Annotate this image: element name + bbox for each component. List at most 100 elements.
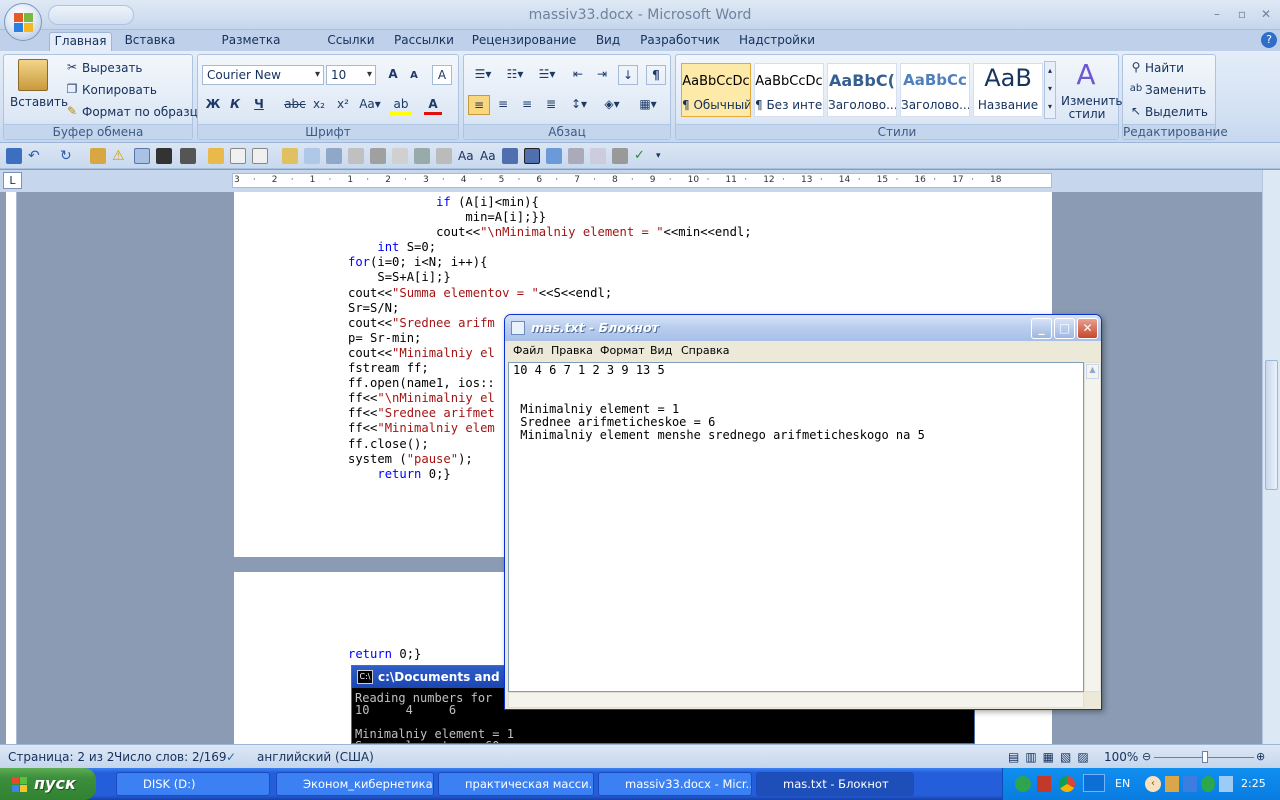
tray-icon[interactable] xyxy=(1201,776,1215,792)
style-heading-1[interactable]: AaBbC( Заголово... xyxy=(827,63,897,117)
style-title[interactable]: AaB Название xyxy=(973,63,1043,117)
paste-button[interactable]: Вставить xyxy=(10,95,68,109)
tool-icon[interactable] xyxy=(414,148,430,164)
tab-insert[interactable]: Вставка xyxy=(118,32,182,51)
styles-scroll[interactable]: ▴ ▾ ▾ xyxy=(1044,61,1056,119)
frame-icon[interactable] xyxy=(180,148,196,164)
tool-icon[interactable] xyxy=(90,148,106,164)
align-left-icon[interactable]: ≡ xyxy=(468,95,490,115)
show-marks-icon[interactable]: ¶ xyxy=(646,65,666,85)
tray-app-icon[interactable] xyxy=(1015,776,1031,792)
save-icon[interactable] xyxy=(6,148,22,164)
decrease-indent-icon[interactable]: ⇤ xyxy=(568,65,588,85)
strikethrough-button[interactable]: abc xyxy=(284,95,306,115)
tab-home[interactable]: Главная xyxy=(49,32,112,51)
chrome-icon[interactable] xyxy=(1059,776,1075,792)
network-icon[interactable] xyxy=(1219,776,1233,792)
tab-references[interactable]: Ссылки xyxy=(322,32,380,51)
menu-file[interactable]: Файл xyxy=(513,344,543,357)
undo-icon[interactable]: ↶ xyxy=(28,148,44,164)
tool-icon[interactable] xyxy=(282,148,298,164)
font-name-combo[interactable]: Courier New xyxy=(202,65,324,85)
borders-icon[interactable]: ▦▾ xyxy=(634,95,662,115)
horizontal-ruler[interactable]: 3 · 2 · 1 · 1 · 2 · 3 · 4 · 5 · 6 · 7 · 8 · 9 · 10 · 11 · 12 · 13 · 14 · 1… xyxy=(232,173,1052,188)
style-heading-2[interactable]: AaBbCc Заголово... xyxy=(900,63,970,117)
zoom-slider[interactable]: ⊖ ⊕ xyxy=(1142,750,1270,764)
format-painter-button[interactable]: Формат по образцу xyxy=(82,105,205,119)
subscript-button[interactable]: x₂ xyxy=(310,95,328,115)
find-button[interactable]: Найти xyxy=(1145,61,1184,75)
paste-icon[interactable] xyxy=(18,59,48,91)
tool-icon[interactable] xyxy=(370,148,386,164)
notepad-horizontal-scrollbar[interactable] xyxy=(508,692,1084,708)
underline-button[interactable]: Ч xyxy=(250,95,268,115)
notepad-minimize-button[interactable]: _ xyxy=(1031,318,1052,339)
multilevel-list-icon[interactable]: ☱▾ xyxy=(534,65,560,85)
change-case-button[interactable]: Aa▾ xyxy=(358,95,382,115)
tool-icon[interactable] xyxy=(590,148,606,164)
align-center-icon[interactable]: ≡ xyxy=(492,95,514,115)
numbering-icon[interactable]: ☷▾ xyxy=(502,65,528,85)
notepad-maximize-button[interactable]: □ xyxy=(1054,318,1075,339)
tool-icon[interactable] xyxy=(568,148,584,164)
page-count[interactable]: Страница: 2 из 2 xyxy=(8,750,114,764)
copy-button[interactable]: Копировать xyxy=(82,83,157,97)
tab-selector[interactable]: L xyxy=(3,172,22,189)
notepad-window[interactable]: mas.txt - Блокнот _ □ ✕ Файл Правка Форм… xyxy=(504,314,1102,710)
tray-icon[interactable] xyxy=(1183,776,1197,792)
zoom-level[interactable]: 100% xyxy=(1104,750,1138,764)
close-button[interactable]: ✕ xyxy=(1255,6,1277,22)
tool-icon[interactable] xyxy=(502,148,518,164)
tool-icon[interactable] xyxy=(612,148,628,164)
sort-icon[interactable]: ↓ xyxy=(618,65,638,85)
style-no-spacing[interactable]: AaBbCcDc ¶ Без инте... xyxy=(754,63,824,117)
style-normal[interactable]: AaBbCcDc ¶ Обычный xyxy=(681,63,751,117)
tool-icon[interactable] xyxy=(524,148,540,164)
tool-icon[interactable] xyxy=(208,148,224,164)
tab-mailings[interactable]: Рассылки xyxy=(390,32,458,51)
expand-tray-icon[interactable]: ‹ xyxy=(1145,776,1161,792)
menu-edit[interactable]: Правка xyxy=(551,344,593,357)
clear-format-icon[interactable]: A xyxy=(432,65,452,85)
page-icon[interactable] xyxy=(252,148,268,164)
office-button[interactable] xyxy=(4,3,42,41)
taskbar-item[interactable]: Эконом_кибернетика xyxy=(276,772,434,796)
font-color-icon[interactable]: A xyxy=(424,95,442,115)
shading-icon[interactable]: ◈▾ xyxy=(598,95,626,115)
notepad-edit-area[interactable]: 10 4 6 7 1 2 3 9 13 5 Minimalniy element… xyxy=(508,362,1084,692)
grow-font-icon[interactable]: A xyxy=(384,65,402,85)
align-right-icon[interactable]: ≡ xyxy=(516,95,538,115)
superscript-button[interactable]: x² xyxy=(334,95,352,115)
word-count[interactable]: Число слов: 2/169 xyxy=(114,750,227,764)
language-indicator[interactable]: EN xyxy=(1115,777,1130,790)
tab-review[interactable]: Рецензирование xyxy=(468,32,580,51)
scroll-up-icon[interactable]: ▲ xyxy=(1086,364,1099,379)
scroll-thumb[interactable] xyxy=(1265,360,1278,490)
menu-format[interactable]: Формат xyxy=(600,344,645,357)
vertical-scrollbar[interactable] xyxy=(1262,170,1280,744)
zoom-in-icon[interactable]: ⊕ xyxy=(1256,750,1265,763)
tray-app-icon[interactable] xyxy=(1083,774,1105,792)
select-button[interactable]: Выделить xyxy=(1145,105,1208,119)
tab-view[interactable]: Вид xyxy=(590,32,626,51)
language[interactable]: английский (США) xyxy=(257,750,374,764)
view-buttons[interactable]: ▤▥▦▧▨ xyxy=(1008,750,1095,764)
tab-developer[interactable]: Разработчик xyxy=(636,32,724,51)
notepad-close-button[interactable]: ✕ xyxy=(1077,318,1098,339)
zoom-out-icon[interactable]: ⊖ xyxy=(1142,750,1151,763)
page-icon[interactable] xyxy=(230,148,246,164)
table-icon[interactable] xyxy=(134,148,150,164)
tool-icon[interactable] xyxy=(392,148,408,164)
picture-icon[interactable] xyxy=(546,148,562,164)
tab-addins[interactable]: Надстройки xyxy=(734,32,820,51)
console-title[interactable]: c:\Documents and Se xyxy=(352,666,512,688)
text-icon[interactable]: Aa xyxy=(458,148,474,164)
zoom-thumb[interactable] xyxy=(1202,751,1208,763)
customize-qat-icon[interactable]: ▾ xyxy=(656,148,672,164)
bold-button[interactable]: Ж xyxy=(204,95,222,115)
highlight-icon[interactable]: ab xyxy=(390,95,412,115)
tool-icon[interactable] xyxy=(348,148,364,164)
replace-button[interactable]: Заменить xyxy=(1145,83,1206,97)
italic-button[interactable]: К xyxy=(226,95,244,115)
tool-icon[interactable] xyxy=(304,148,320,164)
